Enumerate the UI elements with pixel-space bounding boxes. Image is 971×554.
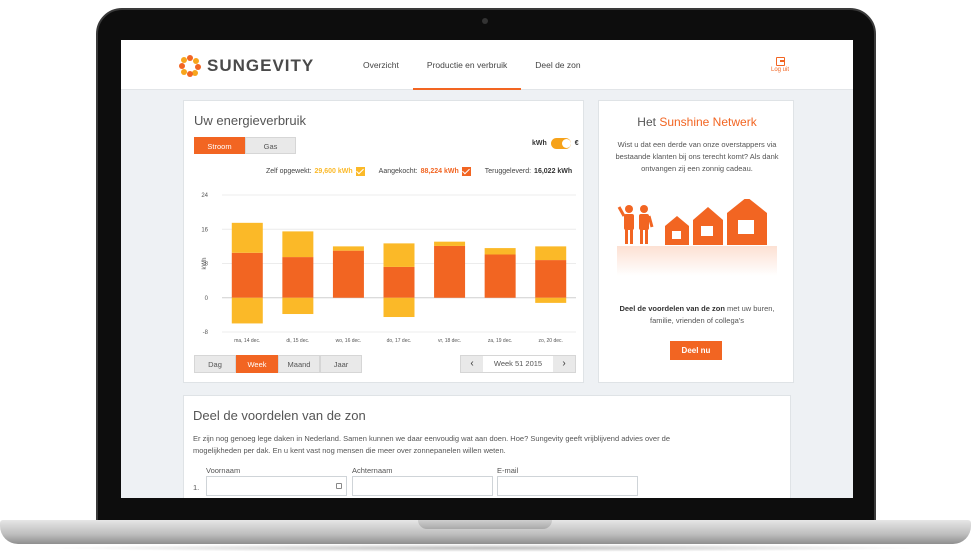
bar-aangekocht [484, 254, 516, 298]
x-tick-label: di, 15 dec. [286, 338, 309, 344]
sunshine-card: Het Sunshine Netwerk Wist u dat een derd… [598, 100, 794, 383]
x-tick-label: ma, 14 dec. [234, 338, 260, 344]
checkbox-bought-icon[interactable] [461, 167, 471, 176]
unit-toggle-switch[interactable] [550, 138, 571, 149]
bar-teruggeleverd [383, 297, 415, 318]
energy-chart: 241680-8kWhma, 14 dec. di, 15 dec. wo, 16 … [201, 193, 576, 344]
sunshine-bottom-text: Deel de voordelen van de zon met uw bure… [607, 303, 787, 327]
logout-label: Log uit [770, 67, 789, 73]
screen: SUNGEVITY Overzicht Productie en verbrui… [121, 40, 853, 498]
bar-teruggeleverd [282, 297, 314, 315]
bar-zelf-opgewekt [282, 231, 314, 258]
y-tick-label: 16 [201, 227, 208, 233]
logout-button[interactable]: Log uit [769, 57, 791, 73]
sunshine-title-prefix: Het [637, 115, 656, 129]
chart-legend: Zelf opgewekt: 29,600 kWh Aangekocht: 88… [266, 167, 572, 176]
bar-zelf-opgewekt [231, 222, 263, 253]
bar-zelf-opgewekt [434, 241, 466, 246]
site-header: SUNGEVITY Overzicht Productie en verbrui… [121, 40, 853, 90]
bar-zelf-opgewekt [535, 246, 567, 261]
prev-week-chevron-left-icon[interactable]: ‹ [461, 356, 483, 372]
share-description: Er zijn nog genoeg lege daken in Nederla… [193, 434, 670, 455]
nav-deel-de-zon[interactable]: Deel de zon [521, 40, 594, 90]
checkbox-self-icon[interactable] [355, 167, 365, 176]
period-tab-jaar[interactable]: Jaar [320, 355, 362, 373]
unit-euro-label: € [574, 140, 579, 147]
energy-card: Uw energieverbruik Stroom Gas kWh € Zelf… [183, 100, 584, 383]
people-houses-illustration-icon [617, 199, 777, 276]
nav-overzicht[interactable]: Overzicht [349, 40, 413, 90]
bar-aangekocht [231, 252, 263, 298]
sunshine-title-highlight: Sunshine Netwerk [659, 115, 757, 129]
label-achternaam: Achternaam [352, 466, 393, 475]
tab-stroom[interactable]: Stroom [194, 137, 245, 154]
legend-bought-value: 88,224 kWh [420, 168, 459, 175]
voornaam-input[interactable] [206, 476, 347, 496]
legend-bought[interactable]: Aangekocht: 88,224 kWh [379, 167, 471, 176]
camera-icon [482, 18, 488, 24]
logout-icon [775, 57, 785, 66]
logo[interactable]: SUNGEVITY [179, 55, 314, 77]
label-email: E-mail [497, 466, 519, 475]
legend-self-value: 29,600 kWh [314, 168, 353, 175]
bar-teruggeleverd [231, 297, 263, 324]
tab-gas[interactable]: Gas [245, 137, 296, 154]
bar-aangekocht [535, 260, 567, 298]
period-tab-maand[interactable]: Maand [278, 355, 320, 373]
sunshine-title: Het Sunshine Netwerk [599, 115, 795, 129]
label-voornaam: Voornaam [206, 466, 241, 475]
contact-card-icon [336, 483, 342, 489]
sunshine-bottom-bold: Deel de voordelen van de zon [619, 304, 725, 313]
sunshine-text: Wist u dat een derde van onze overstappe… [615, 140, 779, 173]
bar-aangekocht [332, 250, 364, 298]
bar-zelf-opgewekt [332, 246, 364, 251]
bar-zelf-opgewekt [383, 243, 415, 267]
share-card: Deel de voordelen van de zon Er zijn nog… [183, 395, 791, 498]
laptop-notch [418, 520, 552, 529]
row-number: 1. [193, 483, 200, 492]
unit-kwh-label: kWh [532, 140, 547, 147]
energy-type-tabs: Stroom Gas [194, 137, 296, 154]
bar-aangekocht [282, 257, 314, 298]
week-label: Week 51 2015 [483, 356, 553, 372]
bar-aangekocht [434, 245, 466, 298]
x-tick-label: do, 17 dec. [387, 338, 412, 344]
y-axis-label: kWh [202, 258, 208, 270]
next-week-chevron-right-icon[interactable]: › [553, 356, 575, 372]
x-tick-label: vr, 18 dec. [438, 338, 461, 344]
share-title: Deel de voordelen van de zon [193, 408, 366, 423]
week-navigator: ‹ Week 51 2015 › [460, 355, 576, 373]
brand-name: SUNGEVITY [207, 56, 315, 75]
deel-nu-button[interactable]: Deel nu [670, 341, 722, 360]
x-tick-label: za, 19 dec. [488, 338, 512, 344]
bar-aangekocht [383, 266, 415, 298]
period-tab-dag[interactable]: Dag [194, 355, 236, 373]
legend-self-label: Zelf opgewekt: [266, 168, 312, 175]
legend-returned-label: Teruggeleverd: [484, 168, 532, 175]
legend-self[interactable]: Zelf opgewekt: 29,600 kWh [266, 167, 365, 176]
energy-title: Uw energieverbruik [194, 113, 306, 128]
x-tick-label: zo, 20 dec. [538, 338, 562, 344]
bar-teruggeleverd [535, 297, 567, 303]
achternaam-input[interactable] [352, 476, 493, 496]
sun-logo-icon [179, 55, 201, 77]
legend-returned: Teruggeleverd: 16,022 kWh [485, 168, 572, 175]
bar-zelf-opgewekt [484, 248, 516, 255]
y-tick-label: 0 [205, 296, 209, 302]
main-nav: Overzicht Productie en verbruik Deel de … [349, 40, 595, 90]
nav-productie-en-verbruik[interactable]: Productie en verbruik [412, 40, 522, 90]
period-tab-week[interactable]: Week [236, 355, 278, 373]
legend-returned-value: 16,022 kWh [534, 168, 573, 175]
email-input[interactable] [497, 476, 638, 496]
period-tabs: Dag Week Maand Jaar [194, 355, 362, 373]
unit-toggle[interactable]: kWh € [532, 138, 579, 149]
laptop-shadow [40, 544, 931, 552]
legend-bought-label: Aangekocht: [378, 168, 418, 175]
y-tick-label: -8 [203, 330, 209, 336]
x-tick-label: wo, 16 dec. [336, 338, 362, 344]
y-tick-label: 24 [201, 193, 208, 199]
